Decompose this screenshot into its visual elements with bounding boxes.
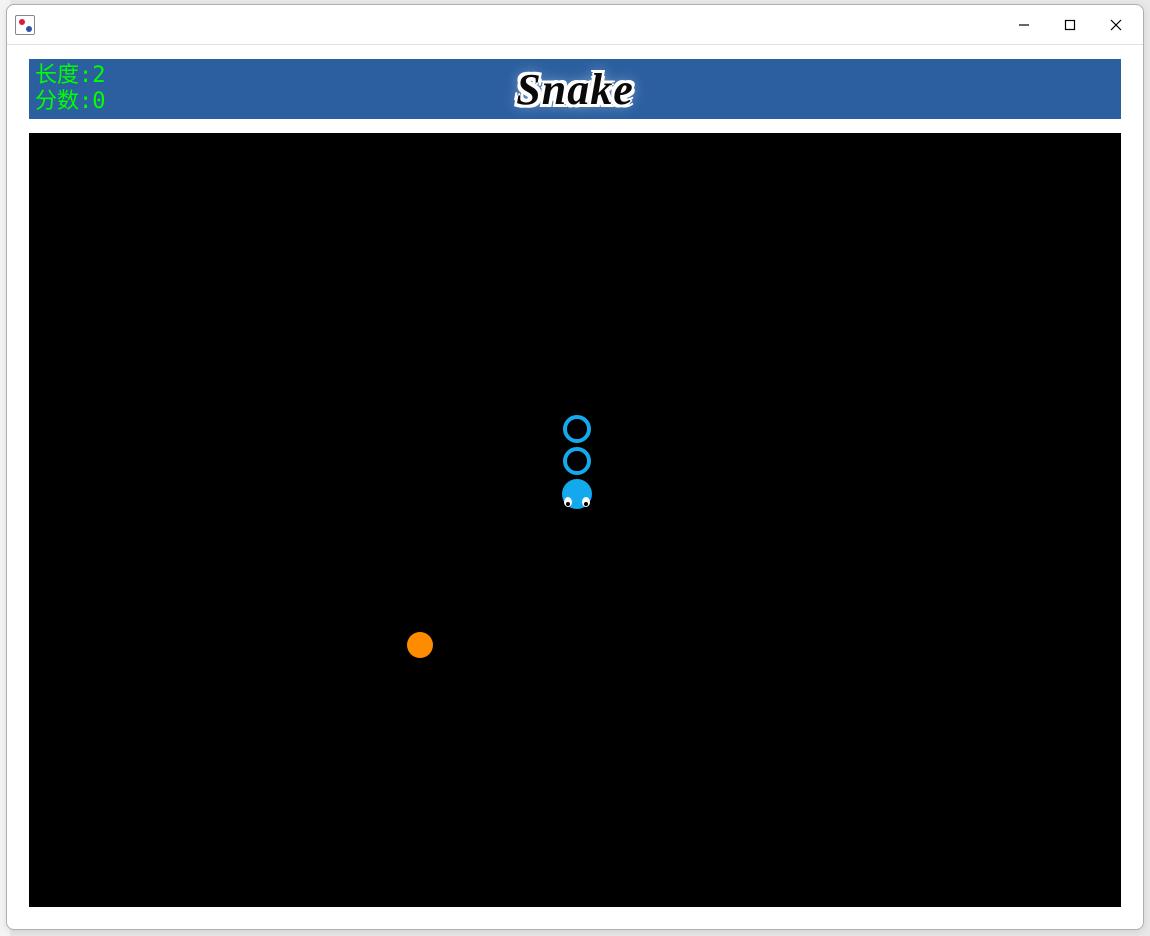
snake-eye-left	[564, 497, 572, 507]
game-header: 长度:2 分数:0 Snake	[29, 59, 1121, 119]
game-title: Snake	[516, 64, 633, 115]
titlebar-left	[15, 15, 41, 35]
minimize-icon	[1018, 19, 1030, 31]
close-icon	[1110, 19, 1122, 31]
window-controls	[1001, 9, 1139, 41]
app-window: 长度:2 分数:0 Snake	[6, 4, 1144, 930]
content-area: 长度:2 分数:0 Snake	[7, 45, 1143, 929]
close-button[interactable]	[1093, 9, 1139, 41]
snake-body-segment	[563, 447, 591, 475]
game-hud: 长度:2 分数:0	[35, 63, 106, 115]
minimize-button[interactable]	[1001, 9, 1047, 41]
maximize-button[interactable]	[1047, 9, 1093, 41]
game-board[interactable]	[29, 133, 1121, 907]
hud-score-row: 分数:0	[35, 89, 106, 115]
window-titlebar[interactable]	[7, 5, 1143, 45]
hud-length-row: 长度:2	[35, 63, 106, 89]
hud-length-label: 长度:	[35, 63, 92, 88]
maximize-icon	[1064, 19, 1076, 31]
snake-head	[562, 479, 592, 509]
app-icon	[15, 15, 35, 35]
hud-score-label: 分数:	[35, 89, 92, 114]
hud-score-value: 0	[92, 89, 105, 114]
food	[407, 632, 433, 658]
snake-eye-right	[582, 497, 590, 507]
snake-body-segment	[563, 415, 591, 443]
hud-length-value: 2	[92, 63, 105, 88]
